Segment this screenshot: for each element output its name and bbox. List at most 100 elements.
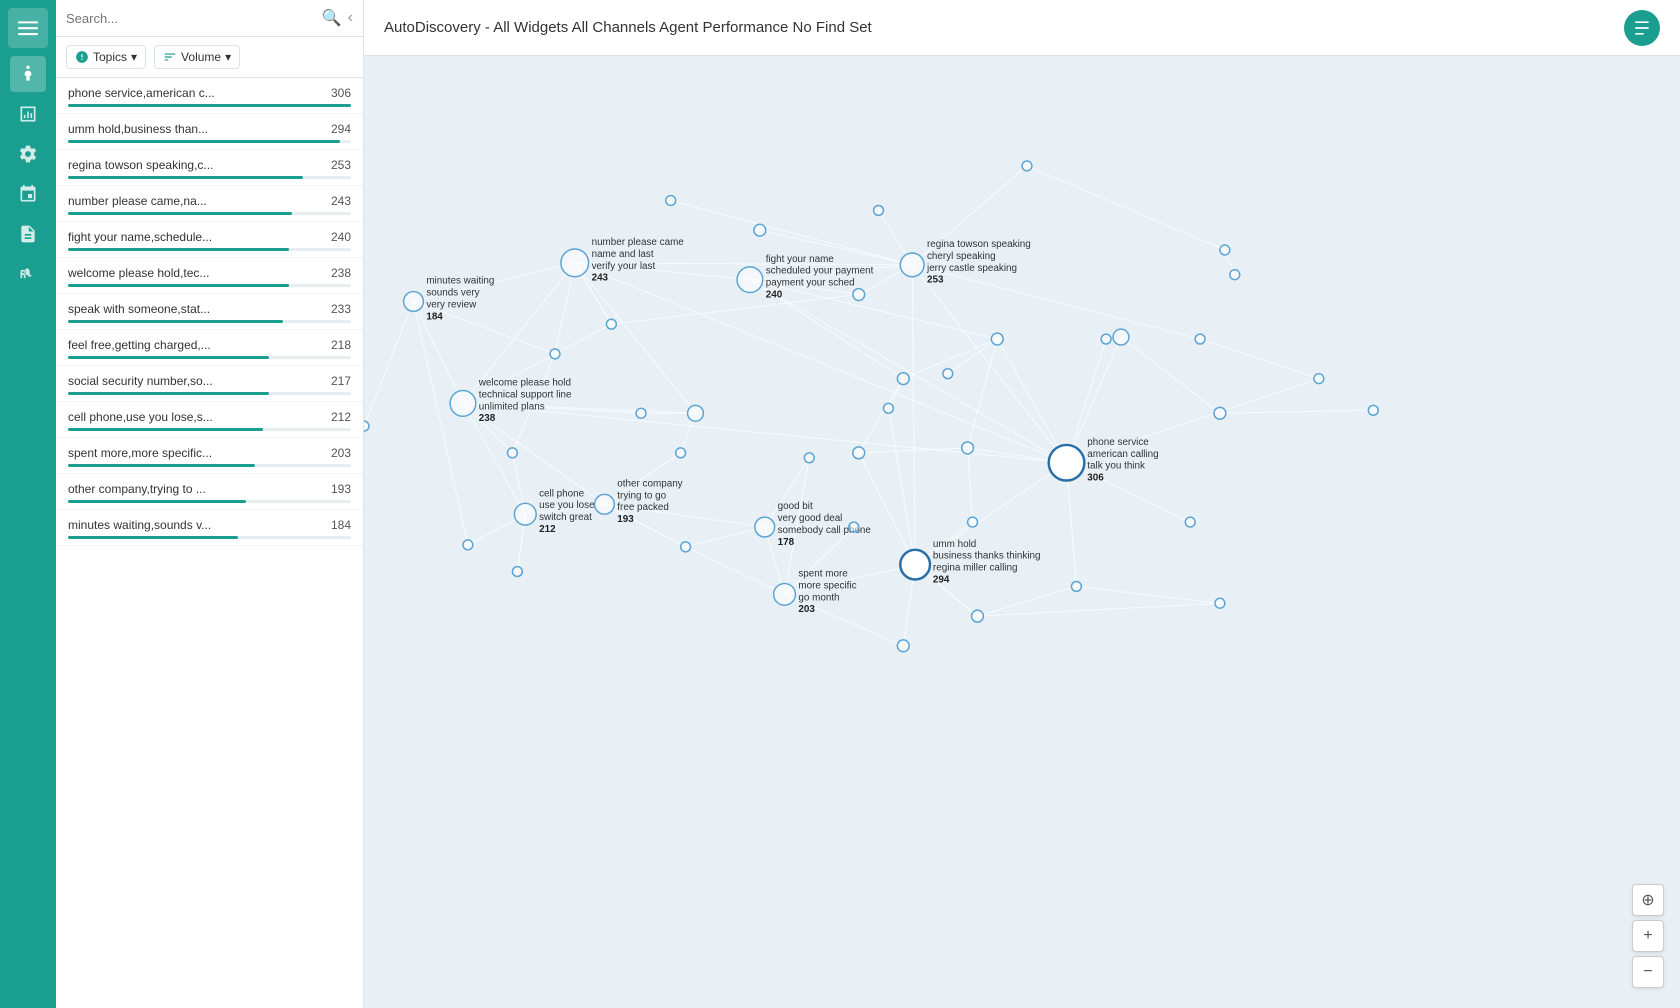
graph-node[interactable]: [874, 205, 884, 215]
svg-text:verify your last: verify your last: [592, 261, 656, 272]
graph-node[interactable]: welcome please holdtechnical support lin…: [450, 378, 572, 425]
sidebar-header: 🔍 ‹: [56, 0, 363, 37]
graph-node[interactable]: umm holdbusiness thanks thinkingregina m…: [900, 539, 1040, 586]
sidebar: 🔍 ‹ Topics ▾ Volume ▾ phone service,amer…: [56, 0, 364, 1008]
list-item[interactable]: number please came,na... 243: [56, 186, 363, 222]
svg-text:cheryl speaking: cheryl speaking: [927, 251, 996, 262]
list-item[interactable]: phone service,american c... 306: [56, 78, 363, 114]
graph-node[interactable]: [1314, 374, 1324, 384]
graph-node[interactable]: [849, 522, 859, 532]
graph-node[interactable]: [676, 448, 686, 458]
graph-node[interactable]: [681, 542, 691, 552]
graph-node[interactable]: [1113, 329, 1129, 345]
graph-node[interactable]: [897, 640, 909, 652]
list-item[interactable]: cell phone,use you lose,s... 212: [56, 402, 363, 438]
list-item[interactable]: feel free,getting charged,... 218: [56, 330, 363, 366]
graph-node[interactable]: [943, 369, 953, 379]
graph-node[interactable]: [666, 196, 676, 206]
page-title: AutoDiscovery - All Widgets All Channels…: [384, 19, 872, 36]
topic-name: other company,trying to ...: [68, 482, 206, 496]
search-icon[interactable]: 🔍: [322, 8, 342, 28]
topic-count: 203: [331, 446, 351, 460]
graph-node[interactable]: [1071, 581, 1081, 591]
search-input[interactable]: [66, 11, 316, 26]
graph-node[interactable]: [972, 610, 984, 622]
graph-area[interactable]: .edge { stroke: rgba(255,255,255,0.7); s…: [364, 56, 1680, 1008]
topic-bar: [68, 428, 263, 431]
graph-node[interactable]: [688, 405, 704, 421]
graph-node[interactable]: minutes waitingsounds veryvery review184: [404, 276, 495, 323]
topic-bar-bg: [68, 500, 351, 503]
graph-node[interactable]: [512, 567, 522, 577]
zoom-out-button[interactable]: −: [1632, 956, 1664, 988]
graph-node[interactable]: phone serviceamerican callingtalk you th…: [1049, 437, 1159, 484]
locate-button[interactable]: ⊕: [1632, 884, 1664, 916]
svg-text:cell phone: cell phone: [539, 488, 585, 499]
home-icon[interactable]: [10, 56, 46, 92]
analytics-icon[interactable]: [10, 96, 46, 132]
topic-count: 253: [331, 158, 351, 172]
list-item[interactable]: fight your name,schedule... 240: [56, 222, 363, 258]
graph-node[interactable]: [754, 224, 766, 236]
list-item[interactable]: spent more,more specific... 203: [56, 438, 363, 474]
list-item[interactable]: regina towson speaking,c... 253: [56, 150, 363, 186]
list-item[interactable]: welcome please hold,tec... 238: [56, 258, 363, 294]
graph-node[interactable]: [636, 408, 646, 418]
volume-filter-button[interactable]: Volume ▾: [154, 45, 240, 69]
svg-text:203: 203: [798, 604, 815, 615]
graph-node[interactable]: [853, 447, 865, 459]
topic-name: social security number,so...: [68, 374, 213, 388]
list-item[interactable]: minutes waiting,sounds v... 184: [56, 510, 363, 546]
topics-filter-button[interactable]: Topics ▾: [66, 45, 146, 69]
graph-node[interactable]: [606, 319, 616, 329]
graph-node[interactable]: [364, 421, 369, 431]
graph-node[interactable]: [507, 448, 517, 458]
reports-icon[interactable]: [10, 216, 46, 252]
svg-text:very review: very review: [426, 299, 477, 310]
topic-count: 233: [331, 302, 351, 316]
volume-chevron-icon: ▾: [225, 50, 231, 64]
graph-node[interactable]: [1195, 334, 1205, 344]
svg-text:253: 253: [927, 275, 944, 286]
graph-node[interactable]: [1215, 598, 1225, 608]
list-item[interactable]: speak with someone,stat... 233: [56, 294, 363, 330]
graph-node[interactable]: [1185, 517, 1195, 527]
graph-node[interactable]: [550, 349, 560, 359]
graph-node[interactable]: [463, 540, 473, 550]
graph-node[interactable]: other companytrying to gofree packed193: [595, 478, 683, 525]
integrations-icon[interactable]: [10, 256, 46, 292]
graph-node[interactable]: [883, 403, 893, 413]
list-item[interactable]: other company,trying to ... 193: [56, 474, 363, 510]
nav-rail: [0, 0, 56, 1008]
graph-node[interactable]: [1214, 407, 1226, 419]
graph-node[interactable]: [804, 453, 814, 463]
graph-node[interactable]: [991, 333, 1003, 345]
topic-bar: [68, 284, 289, 287]
graph-node[interactable]: number please camename and lastverify yo…: [561, 237, 684, 284]
graph-node[interactable]: [1230, 270, 1240, 280]
graph-node[interactable]: [1220, 245, 1230, 255]
menu-button[interactable]: [8, 8, 48, 48]
list-item[interactable]: umm hold,business than... 294: [56, 114, 363, 150]
graph-node[interactable]: [968, 517, 978, 527]
graph-node[interactable]: [853, 289, 865, 301]
graph-node[interactable]: [1101, 334, 1111, 344]
graph-node[interactable]: [962, 442, 974, 454]
topics-filter-label: Topics: [93, 50, 127, 64]
settings-icon[interactable]: [10, 136, 46, 172]
graph-node[interactable]: cell phoneuse you loseswitch great212: [514, 488, 595, 535]
graph-node[interactable]: [1022, 161, 1032, 171]
graph-node[interactable]: [1368, 405, 1378, 415]
topic-count: 217: [331, 374, 351, 388]
list-item[interactable]: social security number,so... 217: [56, 366, 363, 402]
workflow-icon[interactable]: [10, 176, 46, 212]
svg-text:scheduled your payment: scheduled your payment: [766, 266, 874, 277]
graph-node[interactable]: spent moremore specificgo month203: [774, 569, 857, 616]
collapse-sidebar-button[interactable]: ‹: [348, 9, 353, 27]
user-avatar[interactable]: [1624, 10, 1660, 46]
topic-name: feel free,getting charged,...: [68, 338, 211, 352]
zoom-in-button[interactable]: +: [1632, 920, 1664, 952]
svg-text:unlimited plans: unlimited plans: [479, 401, 545, 412]
svg-text:switch great: switch great: [539, 512, 592, 523]
graph-node[interactable]: [897, 373, 909, 385]
